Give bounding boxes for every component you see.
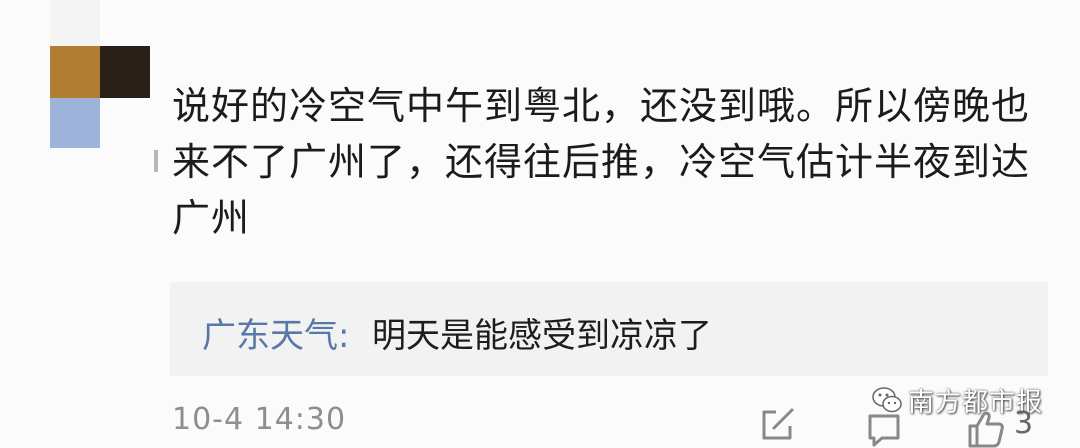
reply-author[interactable]: 广东天气: <box>202 308 349 357</box>
avatar-tile <box>50 98 100 148</box>
comment-icon[interactable] <box>866 412 902 448</box>
edit-icon[interactable] <box>760 406 796 442</box>
avatar-tile <box>100 46 150 98</box>
like-count: 3 <box>1014 406 1034 441</box>
comment-text: 说好的冷空气中午到粤北，还没到哦。所以傍晚也来不了广州了，还得往后推，冷空气估计… <box>172 84 1031 240</box>
avatar-tile <box>50 0 100 46</box>
reply-text: 明天是能感受到凉凉了 <box>372 316 712 356</box>
text-cursor-mark <box>154 150 158 172</box>
thumbs-up-icon[interactable] <box>966 408 1006 448</box>
reply-box[interactable]: 广东天气: 明天是能感受到凉凉了 <box>170 282 1048 376</box>
avatar-tile <box>50 46 100 98</box>
comment-timestamp: 10-4 14:30 <box>172 402 347 437</box>
